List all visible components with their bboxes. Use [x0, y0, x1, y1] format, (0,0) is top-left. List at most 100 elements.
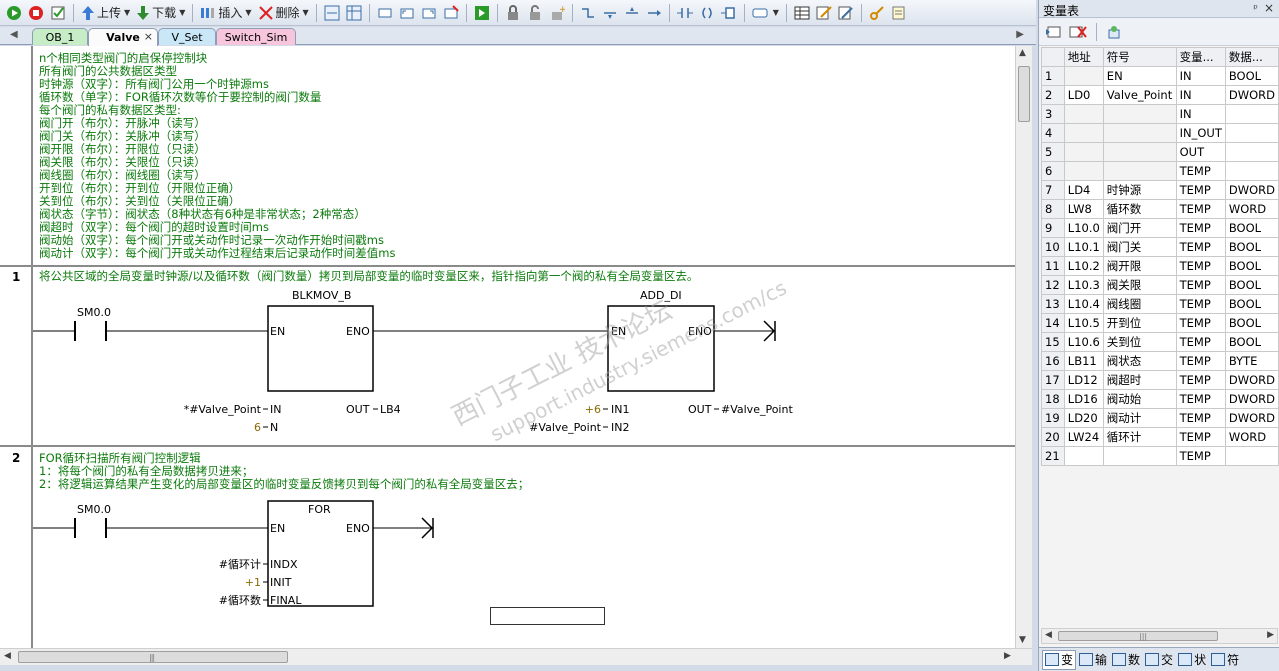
symbol-cell[interactable]: 阀线圈	[1102, 294, 1177, 314]
address-cell[interactable]	[1063, 446, 1104, 466]
table-row[interactable]: 18 LD16 阀动始 TEMP DWORD	[1041, 389, 1279, 409]
data-type-cell[interactable]: DWORD	[1224, 180, 1279, 200]
var-type-cell[interactable]: TEMP	[1175, 351, 1226, 371]
insert-button[interactable]: 插入 ▼	[198, 3, 253, 23]
download-button[interactable]: 下载 ▼	[134, 3, 187, 23]
tab-valve[interactable]: Valve ×	[88, 28, 158, 46]
panel-horizontal-scrollbar[interactable]: ◀ ||| ▶	[1041, 628, 1278, 644]
var-type-cell[interactable]: TEMP	[1175, 256, 1226, 276]
table-row[interactable]: 8 LW8 循环数 TEMP WORD	[1041, 199, 1279, 219]
table-row[interactable]: 16 LB11 阀状态 TEMP BYTE	[1041, 351, 1279, 371]
data-type-cell[interactable]	[1224, 142, 1279, 162]
address-cell[interactable]: L10.4	[1063, 294, 1104, 314]
var-type-cell[interactable]: IN_OUT	[1175, 123, 1226, 143]
scroll-left-icon[interactable]: ◀	[1045, 630, 1052, 640]
scroll-thumb[interactable]: |||	[1058, 631, 1218, 641]
coil-button[interactable]	[697, 3, 717, 23]
data-type-cell[interactable]: WORD	[1224, 427, 1279, 447]
table-row[interactable]: 4 IN_OUT	[1041, 123, 1279, 143]
address-cell[interactable]: L10.1	[1063, 237, 1104, 257]
symbol-cell[interactable]: 阀动计	[1102, 408, 1177, 428]
var-type-cell[interactable]: IN	[1175, 104, 1226, 124]
table-row[interactable]: 3 IN	[1041, 104, 1279, 124]
panel-tab-cross-ref[interactable]: 交	[1143, 650, 1175, 670]
clear-button[interactable]	[441, 3, 461, 23]
symbol-cell[interactable]	[1102, 161, 1177, 181]
address-cell[interactable]: L10.0	[1063, 218, 1104, 238]
address-cell[interactable]: LW8	[1063, 199, 1104, 219]
var-type-cell[interactable]: TEMP	[1175, 237, 1226, 257]
var-type-cell[interactable]: TEMP	[1175, 294, 1226, 314]
for-indx-operand[interactable]: #循环计	[219, 558, 261, 571]
stop-button[interactable]	[26, 3, 46, 23]
var-type-cell[interactable]: TEMP	[1175, 427, 1226, 447]
line-down-button[interactable]	[600, 3, 620, 23]
data-type-cell[interactable]: BOOL	[1224, 294, 1279, 314]
var-type-cell[interactable]: TEMP	[1175, 218, 1226, 238]
variable-table[interactable]: 地址 符号 变量... 数据... 1 EN IN BOOL 2 LD0 Valve_Poi…	[1041, 47, 1279, 466]
key-button[interactable]	[867, 3, 887, 23]
symbol-cell[interactable]: 关到位	[1102, 332, 1177, 352]
symbol-cell[interactable]: 阀状态	[1102, 351, 1177, 371]
table-row[interactable]: 19 LD20 阀动计 TEMP DWORD	[1041, 408, 1279, 428]
panel-tab-status[interactable]: 状	[1176, 650, 1208, 670]
table-row[interactable]: 5 OUT	[1041, 142, 1279, 162]
table-row[interactable]: 6 TEMP	[1041, 161, 1279, 181]
var-type-cell[interactable]: TEMP	[1175, 199, 1226, 219]
var-type-cell[interactable]: TEMP	[1175, 313, 1226, 333]
line-up-button[interactable]	[622, 3, 642, 23]
edit2-button[interactable]	[836, 3, 856, 23]
tab-scroll-right-icon[interactable]: ▶	[1016, 29, 1024, 40]
data-type-cell[interactable]: DWORD	[1224, 370, 1279, 390]
address-cell[interactable]: LB11	[1063, 351, 1104, 371]
line-right-button[interactable]	[644, 3, 664, 23]
scroll-up-icon[interactable]: ▲	[1019, 48, 1026, 58]
insert-row-button[interactable]	[1043, 22, 1063, 42]
data-type-cell[interactable]	[1224, 104, 1279, 124]
symbol-cell[interactable]	[1102, 104, 1177, 124]
box-button[interactable]	[719, 3, 739, 23]
scroll-right-icon[interactable]: ▶	[1267, 630, 1274, 640]
data-type-cell[interactable]: BOOL	[1224, 237, 1279, 257]
network1-contact-label[interactable]: SM0.0	[77, 306, 111, 319]
network-view-button[interactable]	[322, 3, 342, 23]
network2-contact-label[interactable]: SM0.0	[77, 503, 111, 516]
data-type-cell[interactable]: BOOL	[1224, 66, 1279, 86]
blkmov-in-operand[interactable]: *#Valve_Point	[184, 403, 262, 416]
table-row[interactable]: 7 LD4 时钟源 TEMP DWORD	[1041, 180, 1279, 200]
data-type-cell[interactable]: DWORD	[1224, 85, 1279, 105]
program-editor[interactable]: n个相同类型阀门的启保停控制块 所有阀门的公共数据区类型 时钟源（双字）：所有阀门公…	[0, 46, 1015, 648]
table-row[interactable]: 20 LW24 循环计 TEMP WORD	[1041, 427, 1279, 447]
address-cell[interactable]: LD0	[1063, 85, 1104, 105]
tab-ob1[interactable]: OB_1	[32, 28, 88, 45]
data-type-cell[interactable]: DWORD	[1224, 389, 1279, 409]
data-type-cell[interactable]	[1224, 123, 1279, 143]
symbol-cell[interactable]: 循环计	[1102, 427, 1177, 447]
symbol-cell[interactable]: 时钟源	[1102, 180, 1177, 200]
table-row[interactable]: 1 EN IN BOOL	[1041, 66, 1279, 86]
for-init-operand[interactable]: +1	[245, 576, 261, 589]
column-header-address[interactable]: 地址	[1063, 47, 1104, 67]
edit-button[interactable]	[814, 3, 834, 23]
data-type-cell[interactable]: BOOL	[1224, 275, 1279, 295]
address-cell[interactable]: L10.5	[1063, 313, 1104, 333]
scroll-thumb[interactable]	[1018, 66, 1030, 122]
delete-row-button[interactable]	[1067, 22, 1089, 42]
panel-tab-output[interactable]: 输	[1077, 650, 1109, 670]
network1-comment[interactable]: 将公共区域的全局变量时钟源/以及循环数（阀门数量）拷贝到局部变量的临时变量区来，…	[39, 270, 698, 283]
symbol-cell[interactable]: 阀开限	[1102, 256, 1177, 276]
column-header-var-type[interactable]: 变量...	[1175, 47, 1226, 67]
address-cell[interactable]	[1063, 142, 1104, 162]
table-row[interactable]: 12 L10.3 阀关限 TEMP BOOL	[1041, 275, 1279, 295]
column-header-data-type[interactable]: 数据...	[1224, 47, 1279, 67]
table-row[interactable]: 2 LD0 Valve_Point IN DWORD	[1041, 85, 1279, 105]
comment-button[interactable]: ▼	[750, 3, 781, 23]
column-header[interactable]	[1041, 47, 1065, 67]
data-type-cell[interactable]: BYTE	[1224, 351, 1279, 371]
var-type-cell[interactable]: TEMP	[1175, 389, 1226, 409]
table-row[interactable]: 13 L10.4 阀线圈 TEMP BOOL	[1041, 294, 1279, 314]
column-header-symbol[interactable]: 符号	[1102, 47, 1177, 67]
compile-button[interactable]	[48, 3, 68, 23]
address-cell[interactable]: L10.6	[1063, 332, 1104, 352]
box-outline-button[interactable]	[375, 3, 395, 23]
